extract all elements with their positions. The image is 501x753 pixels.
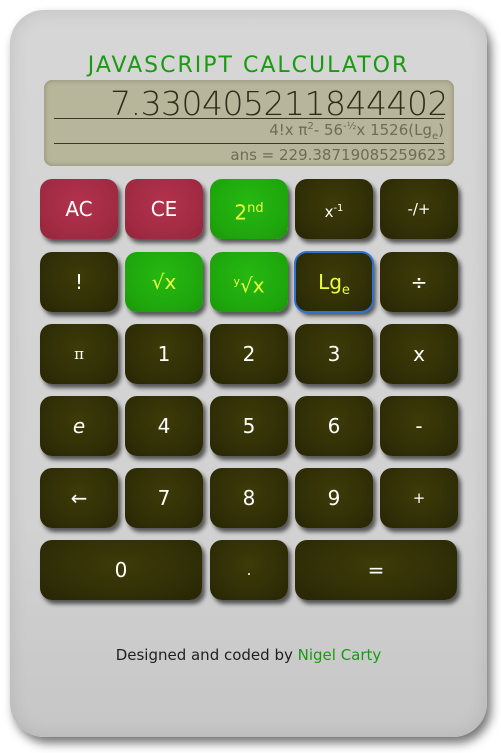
footer-credit: Designed and coded by Nigel Carty bbox=[10, 646, 487, 664]
ac-button[interactable]: AC bbox=[40, 179, 118, 239]
yroot-button[interactable]: y√x bbox=[210, 252, 288, 312]
divide-button[interactable]: ÷ bbox=[380, 252, 458, 312]
inverse-button[interactable]: x-1 bbox=[295, 179, 373, 239]
digit-8-button[interactable]: 8 bbox=[210, 468, 288, 528]
display-divider-top bbox=[54, 118, 444, 119]
backspace-button[interactable]: ← bbox=[40, 468, 118, 528]
euler-button[interactable]: e bbox=[40, 396, 118, 456]
digit-9-button[interactable]: 9 bbox=[295, 468, 373, 528]
equals-button[interactable]: = bbox=[295, 540, 457, 600]
app-title: Javascript Calculator bbox=[87, 53, 410, 78]
display-divider-bottom bbox=[54, 143, 444, 144]
digit-2-button[interactable]: 2 bbox=[210, 324, 288, 384]
plus-button[interactable]: + bbox=[380, 468, 458, 528]
ce-button[interactable]: CE bbox=[125, 179, 203, 239]
digit-5-button[interactable]: 5 bbox=[210, 396, 288, 456]
second-function-button[interactable]: 2nd bbox=[210, 179, 288, 239]
digit-6-button[interactable]: 6 bbox=[295, 396, 373, 456]
digit-3-button[interactable]: 3 bbox=[295, 324, 373, 384]
minus-button[interactable]: - bbox=[380, 396, 458, 456]
digit-1-button[interactable]: 1 bbox=[125, 324, 203, 384]
display-answer: ans = 229.38719085259623 bbox=[230, 146, 446, 164]
display-panel: 7.330405211844402 4!x π2- 56-½x 1526(Lge… bbox=[44, 80, 454, 166]
digit-0-button[interactable]: 0 bbox=[40, 540, 202, 600]
display-expression: 4!x π2- 56-½x 1526(Lge) bbox=[269, 121, 444, 142]
digit-7-button[interactable]: 7 bbox=[125, 468, 203, 528]
footer-text: Designed and coded by bbox=[115, 646, 298, 664]
factorial-button[interactable]: ! bbox=[40, 252, 118, 312]
decimal-button[interactable]: . bbox=[210, 540, 288, 600]
multiply-button[interactable]: x bbox=[380, 324, 458, 384]
digit-4-button[interactable]: 4 bbox=[125, 396, 203, 456]
pi-button[interactable]: π bbox=[40, 324, 118, 384]
author-name: Nigel Carty bbox=[297, 646, 382, 664]
log-button[interactable]: Lge bbox=[294, 251, 374, 313]
calculator-body: Javascript Calculator 7.330405211844402 … bbox=[10, 10, 487, 737]
negate-button[interactable]: -/+ bbox=[380, 179, 458, 239]
sqrt-button[interactable]: √x bbox=[125, 252, 203, 312]
